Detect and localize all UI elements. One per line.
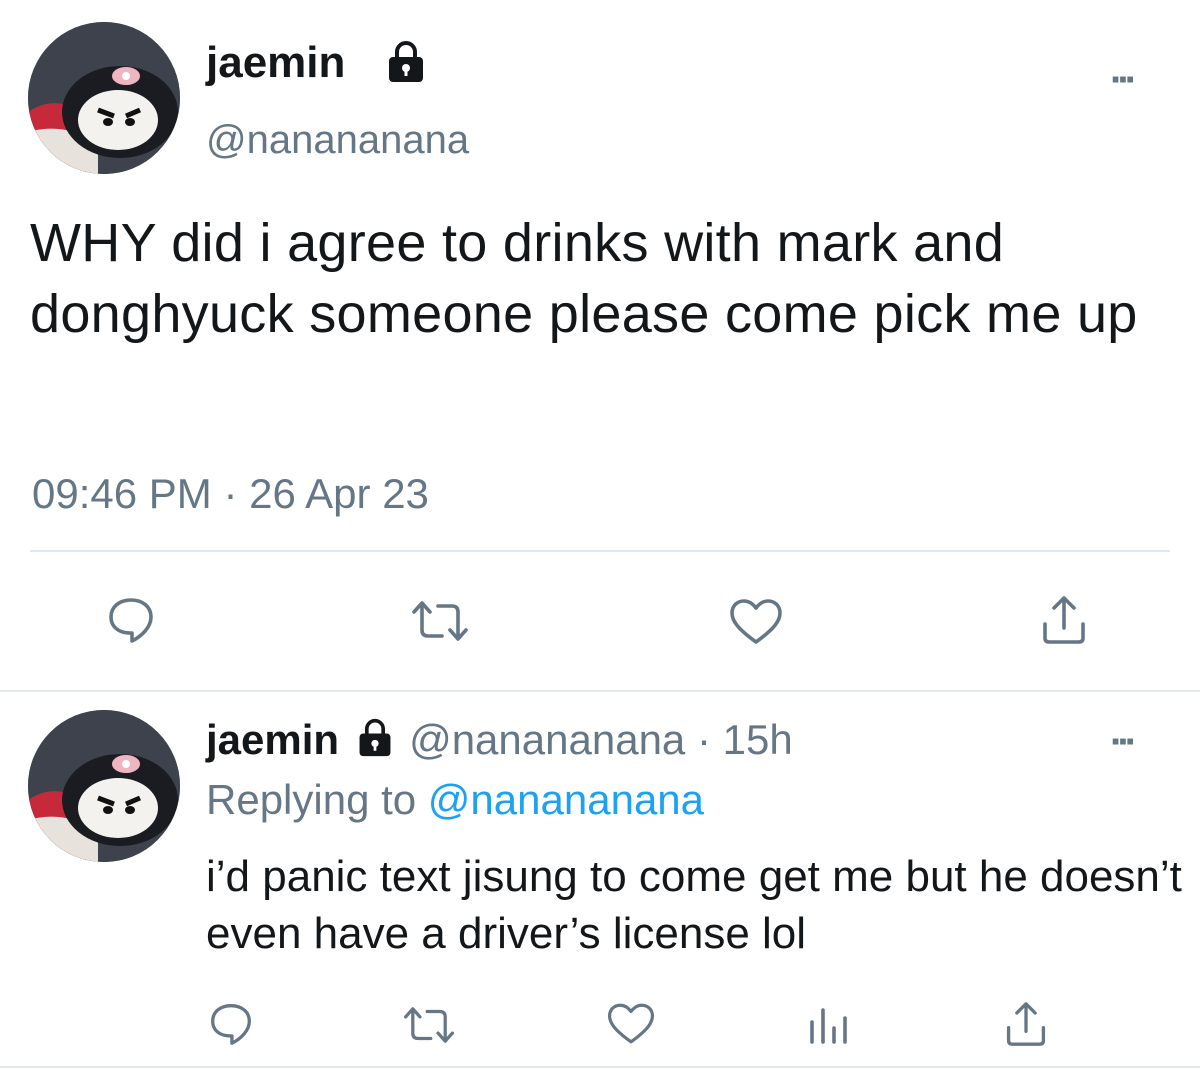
handle-and-time[interactable]: @nanananana · 15h	[409, 716, 793, 763]
divider	[30, 550, 1170, 552]
retweet-icon[interactable]	[402, 1004, 456, 1046]
avatar[interactable]	[28, 22, 180, 174]
replying-to: Replying to @nanananana	[206, 776, 704, 824]
divider	[0, 1066, 1200, 1068]
like-icon[interactable]	[606, 1002, 656, 1046]
timestamp[interactable]: 09:46 PM · 26 Apr 23	[32, 470, 429, 518]
reply-header: jaemin @nanananana · 15h	[206, 716, 793, 764]
display-name[interactable]: jaemin	[206, 38, 345, 88]
tweet-text: i’d panic text jisung to come get me but…	[206, 852, 1182, 958]
replying-prefix: Replying to	[206, 776, 417, 823]
divider	[0, 690, 1200, 692]
share-icon[interactable]	[1004, 1000, 1048, 1048]
replying-handle-link[interactable]: @nanananana	[428, 776, 704, 823]
retweet-icon[interactable]	[410, 598, 470, 644]
lock-icon	[355, 718, 395, 758]
avatar[interactable]	[28, 710, 180, 862]
reply-icon[interactable]	[106, 596, 156, 644]
analytics-icon[interactable]	[806, 1002, 850, 1046]
display-name[interactable]: jaemin	[206, 716, 339, 763]
more-options-button[interactable]: ···	[1110, 720, 1138, 765]
lock-icon	[384, 40, 428, 84]
more-options-button[interactable]: ···	[1110, 58, 1138, 103]
share-icon[interactable]	[1040, 594, 1088, 646]
tweet-text: WHY did i agree to drinks with mark and …	[30, 213, 1138, 344]
handle[interactable]: @nanananana	[206, 118, 469, 163]
like-icon[interactable]	[728, 598, 784, 646]
reply-icon[interactable]	[208, 1002, 254, 1046]
